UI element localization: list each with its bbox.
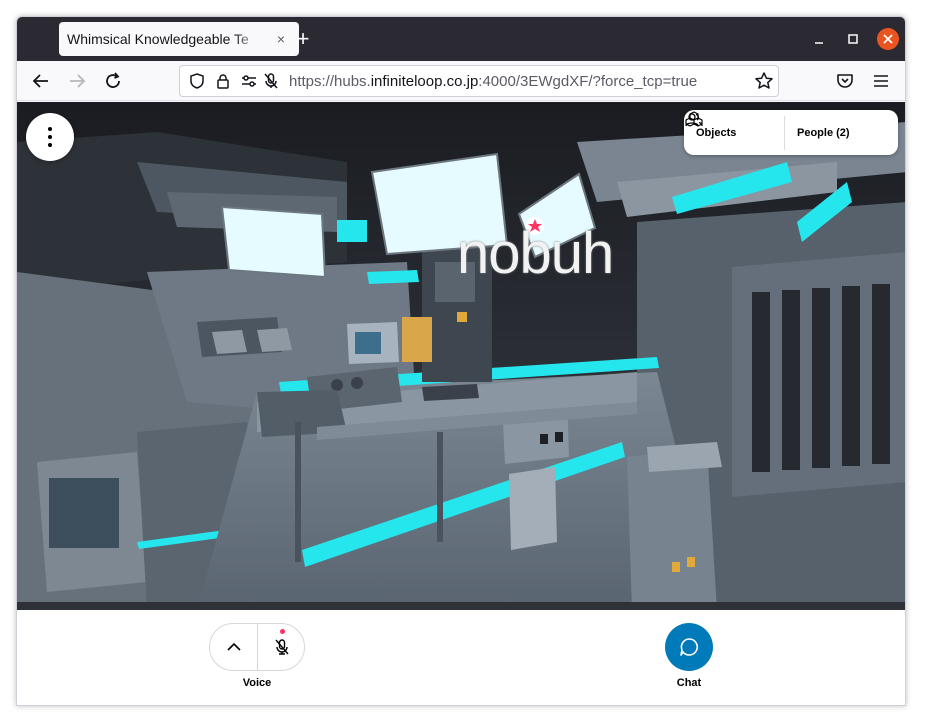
mic-toggle-button[interactable] [258,624,305,670]
lock-icon[interactable] [214,72,232,90]
mic-off-icon[interactable] [262,72,280,90]
dot-icon [48,135,52,139]
chat-button[interactable] [665,623,713,671]
bookmark-star-icon[interactable] [754,71,774,91]
tab-strip: Whimsical Knowledgeable Te × + [17,17,905,61]
url-domain: infiniteloop.co.jp [370,73,479,90]
url-text[interactable]: https://hubs.infiniteloop.co.jp:4000/3EW… [289,73,697,90]
back-arrow-icon[interactable] [29,69,53,93]
bottom-toolbar: Voice Chat [17,610,905,705]
people-label: People (2) [797,126,850,139]
url-prefix: https://hubs. [289,73,371,90]
3d-scene-viewport[interactable]: nobuh Objects People (2) [17,102,905,610]
mic-muted-icon [274,639,289,655]
navigation-bar: https://hubs.infiniteloop.co.jp:4000/3EW… [17,61,905,101]
forward-arrow-icon[interactable] [65,69,89,93]
url-bar[interactable]: https://hubs.infiniteloop.co.jp:4000/3EW… [179,65,779,97]
dot-icon [48,127,52,131]
chevron-up-icon [226,642,241,651]
pocket-icon[interactable] [835,71,855,91]
chat-bubble-icon [680,638,698,656]
reload-icon[interactable] [101,69,125,93]
chat-label: Chat [676,677,702,689]
voice-label: Voice [242,677,272,689]
dot-icon [48,143,52,147]
more-options-button[interactable] [26,113,74,161]
shield-icon[interactable] [188,72,206,90]
mic-activity-dot [280,629,285,634]
permissions-icon[interactable] [240,72,258,90]
browser-tab[interactable]: Whimsical Knowledgeable Te × [59,22,299,56]
people-icon [685,113,703,127]
tab-title: Whimsical Knowledgeable Te [67,31,249,47]
url-suffix: :4000/3EWgdXF/?force_tcp=true [478,73,698,90]
close-icon[interactable] [877,28,899,50]
scene-render [17,102,905,610]
browser-window: Whimsical Knowledgeable Te × + https://h… [16,16,906,706]
tab-close-icon[interactable]: × [273,31,289,47]
top-right-panel: Objects People (2) [684,110,898,155]
people-button[interactable]: People (2) [685,110,862,155]
avatar-nametag: nobuh [457,221,614,286]
minimize-icon[interactable] [809,29,829,49]
voice-options-button[interactable] [210,624,258,670]
hamburger-menu-icon[interactable] [871,71,891,91]
maximize-icon[interactable] [843,29,863,49]
new-tab-button[interactable]: + [293,28,313,50]
voice-control-group [209,623,305,671]
